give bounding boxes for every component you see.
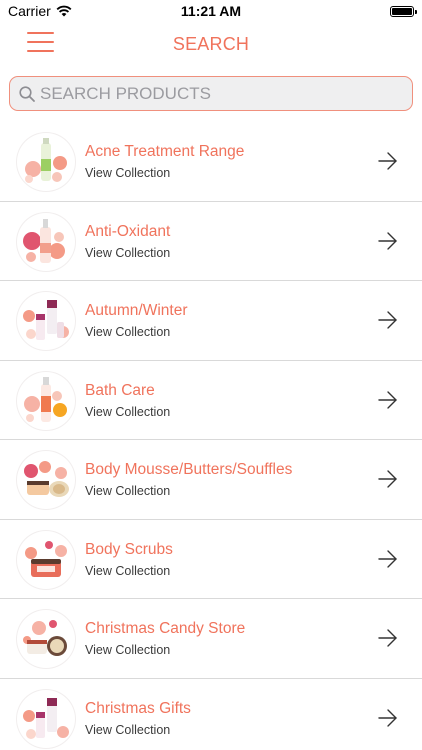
list-item[interactable]: Autumn/Winter View Collection	[0, 281, 422, 361]
collection-thumbnail	[17, 530, 75, 589]
list-item[interactable]: Body Scrubs View Collection	[0, 520, 422, 599]
battery-level	[392, 7, 412, 15]
collection-thumbnail	[17, 610, 75, 668]
collection-title: Autumn/Winter	[85, 302, 188, 319]
collection-thumbnail	[17, 133, 75, 191]
collection-subtitle: View Collection	[85, 484, 171, 498]
scrub-jar-thumbnail-icon	[25, 540, 67, 577]
wifi-icon	[56, 5, 72, 17]
collection-title: Acne Treatment Range	[85, 143, 245, 160]
carrier-label: Carrier	[8, 3, 51, 19]
page-title: SEARCH	[172, 34, 250, 54]
collection-title: Body Mousse/Butters/Souffles	[85, 461, 293, 478]
list-item[interactable]: Christmas Gifts View Collection	[0, 679, 422, 750]
list-item[interactable]: Bath Care View Collection	[0, 361, 422, 440]
jars-thumbnail-icon	[24, 461, 69, 497]
screen: Carrier 11:21 AM SEARCH SEARCH PRODUCTS …	[0, 0, 422, 750]
collection-subtitle: View Collection	[85, 563, 171, 578]
collection-title: Christmas Gifts	[85, 699, 191, 717]
list-item[interactable]: Christmas Candy Store View Collection	[0, 599, 422, 679]
search-icon	[19, 85, 35, 102]
arrow-right-icon[interactable]	[378, 310, 398, 330]
arrow-right-icon[interactable]	[378, 231, 398, 251]
arrow-right-icon[interactable]	[378, 469, 398, 489]
collection-title: Body Scrubs	[85, 540, 173, 558]
list-item[interactable]: Body Mousse/Butters/Souffles View Collec…	[0, 440, 422, 520]
collection-thumbnail	[17, 689, 75, 748]
battery-icon	[390, 5, 417, 17]
collection-thumbnail	[17, 212, 75, 271]
collection-thumbnail	[17, 292, 75, 350]
search-input[interactable]	[40, 83, 400, 104]
status-left: Carrier	[8, 3, 72, 19]
arrow-right-icon[interactable]	[378, 390, 398, 410]
arrow-right-icon[interactable]	[378, 549, 398, 569]
collection-subtitle: View Collection	[85, 245, 171, 260]
list-item[interactable]: Acne Treatment Range View Collection	[0, 122, 422, 202]
tall-bottle-thumbnail-icon	[24, 376, 67, 422]
status-bar: Carrier 11:21 AM	[0, 0, 422, 22]
collection-subtitle: View Collection	[85, 166, 171, 180]
collection-title: Bath Care	[85, 381, 155, 399]
collection-thumbnail	[17, 371, 75, 430]
collection-title: Christmas Candy Store	[85, 620, 246, 637]
collection-subtitle: View Collection	[85, 325, 171, 339]
collection-title: Anti-Oxidant	[85, 222, 171, 240]
product-set-thumbnail-icon	[23, 300, 69, 340]
nav-bar: SEARCH	[0, 22, 422, 66]
arrow-right-icon[interactable]	[378, 628, 398, 648]
collection-thumbnail	[17, 451, 75, 509]
arrow-right-icon[interactable]	[378, 151, 398, 171]
list-item[interactable]: Anti-Oxidant View Collection	[0, 202, 422, 281]
collection-subtitle: View Collection	[85, 722, 171, 737]
collection-list: Acne Treatment Range View Collection Ant…	[0, 122, 422, 750]
gift-set-thumbnail-icon	[23, 697, 69, 739]
spray-bottle-thumbnail-icon	[23, 218, 65, 263]
collection-subtitle: View Collection	[85, 643, 171, 657]
arrow-right-icon[interactable]	[378, 708, 398, 728]
bottle-thumbnail-icon	[25, 138, 67, 183]
search-bar[interactable]	[9, 76, 413, 111]
collection-subtitle: View Collection	[85, 404, 171, 419]
tins-thumbnail-icon	[23, 620, 67, 656]
